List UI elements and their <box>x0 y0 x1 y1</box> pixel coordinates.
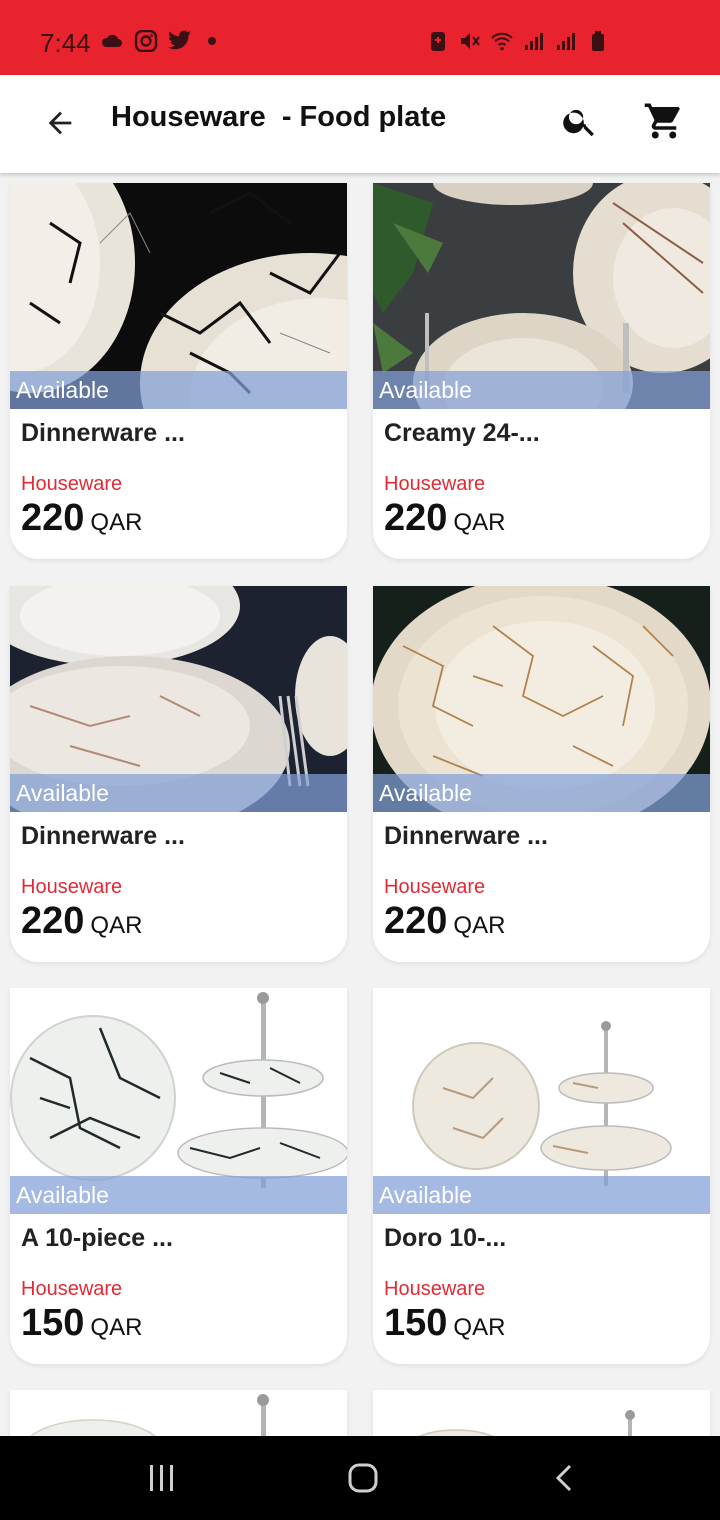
signal-icon <box>557 33 575 50</box>
product-name: Dinnerware ... <box>21 419 185 447</box>
status-left-icons <box>100 30 216 52</box>
price-amount: 220 <box>384 497 448 539</box>
product-image <box>373 1390 710 1436</box>
product-name: A 10-piece ... <box>21 1224 173 1252</box>
price-currency: QAR <box>453 912 506 939</box>
product-name: Dinnerware ... <box>384 822 548 850</box>
home-button[interactable] <box>333 1456 393 1500</box>
nav-back-button[interactable] <box>535 1456 595 1500</box>
product-category: Houseware <box>21 876 123 898</box>
price-currency: QAR <box>453 1314 506 1341</box>
product-card[interactable] <box>10 1390 347 1436</box>
price-amount: 220 <box>384 900 448 942</box>
product-name: Doro 10-... <box>384 1224 507 1252</box>
product-card[interactable]: Available Dinnerware ... Houseware 220 QA… <box>10 586 347 962</box>
product-price: 220 QAR <box>21 497 142 540</box>
system-nav-bar <box>0 1436 720 1520</box>
search-icon <box>563 109 594 137</box>
product-card[interactable]: Available Dinnerware ... Houseware 220 QA… <box>10 183 347 559</box>
price-currency: QAR <box>90 912 143 939</box>
price-currency: QAR <box>90 509 143 536</box>
instagram-icon <box>134 30 158 52</box>
battery-icon <box>592 31 604 51</box>
nav-back-icon <box>555 1464 572 1492</box>
availability-badge: Available <box>10 774 347 812</box>
page-title: Houseware - Food plate <box>111 101 447 133</box>
price-currency: QAR <box>90 1314 143 1341</box>
product-category: Houseware <box>21 1278 123 1300</box>
availability-badge: Available <box>373 371 710 409</box>
recents-icon <box>150 1465 173 1491</box>
price-amount: 220 <box>21 900 85 942</box>
back-button[interactable] <box>36 99 84 147</box>
product-name: Dinnerware ... <box>21 822 185 850</box>
price-amount: 220 <box>21 497 85 539</box>
dot-icon <box>208 37 216 45</box>
product-category: Houseware <box>21 473 123 495</box>
alarm-icon <box>431 32 445 51</box>
search-button[interactable] <box>556 97 604 145</box>
status-bar: 7:44 <box>0 0 720 75</box>
product-category: Houseware <box>384 473 486 495</box>
product-card[interactable]: Available Doro 10-... Houseware 150 QAR <box>373 988 710 1364</box>
availability-badge: Available <box>373 774 710 812</box>
status-time: 7:44 <box>40 28 91 58</box>
home-icon <box>348 1463 378 1493</box>
product-card[interactable]: Available Creamy 24-... Houseware 220 QAR <box>373 183 710 559</box>
product-price: 220 QAR <box>384 900 505 943</box>
price-currency: QAR <box>453 509 506 536</box>
product-card[interactable]: Available A 10-piece ... Houseware 150 QA… <box>10 988 347 1364</box>
product-card[interactable] <box>373 1390 710 1436</box>
product-category: Houseware <box>384 876 486 898</box>
product-name: Creamy 24-... <box>384 419 540 447</box>
availability-badge: Available <box>10 371 347 409</box>
product-price: 220 QAR <box>384 497 505 540</box>
product-category: Houseware <box>384 1278 486 1300</box>
cloud-icon <box>101 34 122 47</box>
availability-badge: Available <box>10 1176 347 1214</box>
availability-badge: Available <box>373 1176 710 1214</box>
product-price: 150 QAR <box>384 1302 505 1345</box>
cart-button[interactable] <box>638 97 690 145</box>
product-image <box>10 1390 347 1436</box>
wifi-icon <box>491 32 513 51</box>
product-price: 220 QAR <box>21 900 142 943</box>
arrow-left-icon <box>48 111 72 135</box>
product-card[interactable]: Available Dinnerware ... Houseware 220 QA… <box>373 586 710 962</box>
cart-icon <box>644 103 680 139</box>
product-grid: Available Dinnerware ... Houseware 220 QA… <box>0 173 720 1436</box>
recents-button[interactable] <box>132 1456 192 1500</box>
status-right-icons <box>426 30 610 52</box>
price-amount: 150 <box>384 1302 448 1344</box>
product-price: 150 QAR <box>21 1302 142 1345</box>
app-bar: Houseware - Food plate <box>0 75 720 173</box>
price-amount: 150 <box>21 1302 85 1344</box>
mute-icon <box>461 33 480 49</box>
twitter-icon <box>168 30 191 50</box>
signal-icon <box>525 33 543 50</box>
